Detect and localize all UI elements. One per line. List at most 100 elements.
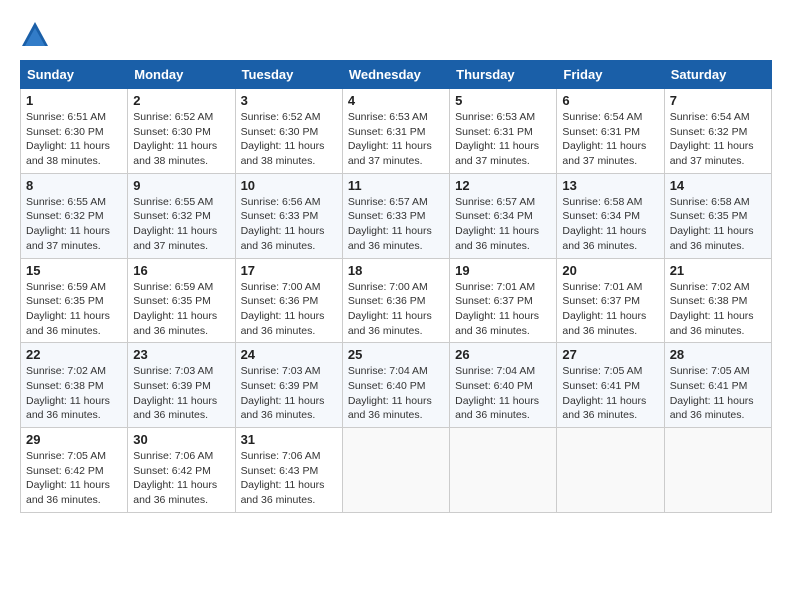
calendar-day: 27 Sunrise: 7:05 AM Sunset: 6:41 PM Dayli… <box>557 343 664 428</box>
day-info: Sunrise: 6:51 AM Sunset: 6:30 PM Dayligh… <box>26 110 122 169</box>
day-info: Sunrise: 6:58 AM Sunset: 6:34 PM Dayligh… <box>562 195 658 254</box>
day-number: 14 <box>670 178 766 193</box>
calendar-week-4: 22 Sunrise: 7:02 AM Sunset: 6:38 PM Dayli… <box>21 343 772 428</box>
calendar-day: 21 Sunrise: 7:02 AM Sunset: 6:38 PM Dayli… <box>664 258 771 343</box>
day-number: 4 <box>348 93 444 108</box>
day-number: 17 <box>241 263 337 278</box>
day-number: 12 <box>455 178 551 193</box>
calendar-day: 20 Sunrise: 7:01 AM Sunset: 6:37 PM Dayli… <box>557 258 664 343</box>
calendar-day: 5 Sunrise: 6:53 AM Sunset: 6:31 PM Daylig… <box>450 89 557 174</box>
day-number: 8 <box>26 178 122 193</box>
header-sunday: Sunday <box>21 61 128 89</box>
day-info: Sunrise: 7:03 AM Sunset: 6:39 PM Dayligh… <box>133 364 229 423</box>
day-number: 20 <box>562 263 658 278</box>
day-number: 24 <box>241 347 337 362</box>
calendar-week-1: 1 Sunrise: 6:51 AM Sunset: 6:30 PM Daylig… <box>21 89 772 174</box>
calendar-day: 3 Sunrise: 6:52 AM Sunset: 6:30 PM Daylig… <box>235 89 342 174</box>
calendar-day: 4 Sunrise: 6:53 AM Sunset: 6:31 PM Daylig… <box>342 89 449 174</box>
day-info: Sunrise: 7:06 AM Sunset: 6:42 PM Dayligh… <box>133 449 229 508</box>
day-number: 28 <box>670 347 766 362</box>
calendar-day: 25Sunrise: 7:04 AM Sunset: 6:40 PM Dayli… <box>342 343 449 428</box>
day-number: 5 <box>455 93 551 108</box>
day-info: Sunrise: 7:00 AM Sunset: 6:36 PM Dayligh… <box>241 280 337 339</box>
day-number: 2 <box>133 93 229 108</box>
day-info: Sunrise: 6:59 AM Sunset: 6:35 PM Dayligh… <box>26 280 122 339</box>
calendar-day: 29Sunrise: 7:05 AM Sunset: 6:42 PM Dayli… <box>21 428 128 513</box>
page-header <box>20 20 772 50</box>
logo <box>20 20 54 50</box>
calendar-day: 26Sunrise: 7:04 AM Sunset: 6:40 PM Dayli… <box>450 343 557 428</box>
day-info: Sunrise: 7:03 AM Sunset: 6:39 PM Dayligh… <box>241 364 337 423</box>
day-number: 30 <box>133 432 229 447</box>
day-info: Sunrise: 6:52 AM Sunset: 6:30 PM Dayligh… <box>133 110 229 169</box>
calendar-week-2: 8 Sunrise: 6:55 AM Sunset: 6:32 PM Daylig… <box>21 173 772 258</box>
day-number: 1 <box>26 93 122 108</box>
calendar-day <box>664 428 771 513</box>
logo-icon <box>20 20 50 50</box>
calendar-day: 2 Sunrise: 6:52 AM Sunset: 6:30 PM Daylig… <box>128 89 235 174</box>
calendar-day: 6 Sunrise: 6:54 AM Sunset: 6:31 PM Daylig… <box>557 89 664 174</box>
day-number: 21 <box>670 263 766 278</box>
calendar-day: 1 Sunrise: 6:51 AM Sunset: 6:30 PM Daylig… <box>21 89 128 174</box>
calendar-day: 7 Sunrise: 6:54 AM Sunset: 6:32 PM Daylig… <box>664 89 771 174</box>
calendar-day <box>450 428 557 513</box>
calendar-day: 23 Sunrise: 7:03 AM Sunset: 6:39 PM Dayli… <box>128 343 235 428</box>
day-info: Sunrise: 7:00 AM Sunset: 6:36 PM Dayligh… <box>348 280 444 339</box>
day-number: 15 <box>26 263 122 278</box>
calendar-header-row: SundayMondayTuesdayWednesdayThursdayFrid… <box>21 61 772 89</box>
day-info: Sunrise: 6:58 AM Sunset: 6:35 PM Dayligh… <box>670 195 766 254</box>
calendar-day: 8 Sunrise: 6:55 AM Sunset: 6:32 PM Daylig… <box>21 173 128 258</box>
calendar-day: 12Sunrise: 6:57 AM Sunset: 6:34 PM Dayli… <box>450 173 557 258</box>
day-number: 19 <box>455 263 551 278</box>
calendar-day: 19Sunrise: 7:01 AM Sunset: 6:37 PM Dayli… <box>450 258 557 343</box>
day-number: 3 <box>241 93 337 108</box>
day-info: Sunrise: 6:54 AM Sunset: 6:31 PM Dayligh… <box>562 110 658 169</box>
day-number: 18 <box>348 263 444 278</box>
header-thursday: Thursday <box>450 61 557 89</box>
day-info: Sunrise: 6:55 AM Sunset: 6:32 PM Dayligh… <box>26 195 122 254</box>
day-info: Sunrise: 6:53 AM Sunset: 6:31 PM Dayligh… <box>348 110 444 169</box>
day-info: Sunrise: 6:53 AM Sunset: 6:31 PM Dayligh… <box>455 110 551 169</box>
header-monday: Monday <box>128 61 235 89</box>
calendar-day: 30 Sunrise: 7:06 AM Sunset: 6:42 PM Dayli… <box>128 428 235 513</box>
day-number: 7 <box>670 93 766 108</box>
day-info: Sunrise: 6:56 AM Sunset: 6:33 PM Dayligh… <box>241 195 337 254</box>
calendar-day: 13 Sunrise: 6:58 AM Sunset: 6:34 PM Dayli… <box>557 173 664 258</box>
calendar-day: 15 Sunrise: 6:59 AM Sunset: 6:35 PM Dayli… <box>21 258 128 343</box>
header-tuesday: Tuesday <box>235 61 342 89</box>
calendar-day: 28 Sunrise: 7:05 AM Sunset: 6:41 PM Dayli… <box>664 343 771 428</box>
calendar-day: 22 Sunrise: 7:02 AM Sunset: 6:38 PM Dayli… <box>21 343 128 428</box>
day-info: Sunrise: 6:54 AM Sunset: 6:32 PM Dayligh… <box>670 110 766 169</box>
day-info: Sunrise: 7:05 AM Sunset: 6:41 PM Dayligh… <box>670 364 766 423</box>
day-number: 22 <box>26 347 122 362</box>
day-number: 26 <box>455 347 551 362</box>
day-number: 13 <box>562 178 658 193</box>
calendar-day: 14 Sunrise: 6:58 AM Sunset: 6:35 PM Dayli… <box>664 173 771 258</box>
day-info: Sunrise: 6:57 AM Sunset: 6:33 PM Dayligh… <box>348 195 444 254</box>
day-info: Sunrise: 7:01 AM Sunset: 6:37 PM Dayligh… <box>562 280 658 339</box>
calendar-day: 11 Sunrise: 6:57 AM Sunset: 6:33 PM Dayli… <box>342 173 449 258</box>
day-number: 11 <box>348 178 444 193</box>
day-info: Sunrise: 7:02 AM Sunset: 6:38 PM Dayligh… <box>670 280 766 339</box>
calendar-week-3: 15 Sunrise: 6:59 AM Sunset: 6:35 PM Dayli… <box>21 258 772 343</box>
calendar-day <box>557 428 664 513</box>
calendar-day: 9Sunrise: 6:55 AM Sunset: 6:32 PM Daylig… <box>128 173 235 258</box>
calendar-day: 17 Sunrise: 7:00 AM Sunset: 6:36 PM Dayli… <box>235 258 342 343</box>
day-number: 29 <box>26 432 122 447</box>
calendar-day: 24 Sunrise: 7:03 AM Sunset: 6:39 PM Dayli… <box>235 343 342 428</box>
day-info: Sunrise: 6:59 AM Sunset: 6:35 PM Dayligh… <box>133 280 229 339</box>
day-number: 23 <box>133 347 229 362</box>
day-number: 31 <box>241 432 337 447</box>
day-info: Sunrise: 7:06 AM Sunset: 6:43 PM Dayligh… <box>241 449 337 508</box>
day-number: 27 <box>562 347 658 362</box>
calendar-week-5: 29Sunrise: 7:05 AM Sunset: 6:42 PM Dayli… <box>21 428 772 513</box>
calendar-table: SundayMondayTuesdayWednesdayThursdayFrid… <box>20 60 772 513</box>
calendar-day: 18 Sunrise: 7:00 AM Sunset: 6:36 PM Dayli… <box>342 258 449 343</box>
day-info: Sunrise: 7:05 AM Sunset: 6:41 PM Dayligh… <box>562 364 658 423</box>
day-number: 25 <box>348 347 444 362</box>
calendar-day <box>342 428 449 513</box>
day-number: 9 <box>133 178 229 193</box>
day-number: 6 <box>562 93 658 108</box>
day-info: Sunrise: 6:52 AM Sunset: 6:30 PM Dayligh… <box>241 110 337 169</box>
day-info: Sunrise: 7:02 AM Sunset: 6:38 PM Dayligh… <box>26 364 122 423</box>
